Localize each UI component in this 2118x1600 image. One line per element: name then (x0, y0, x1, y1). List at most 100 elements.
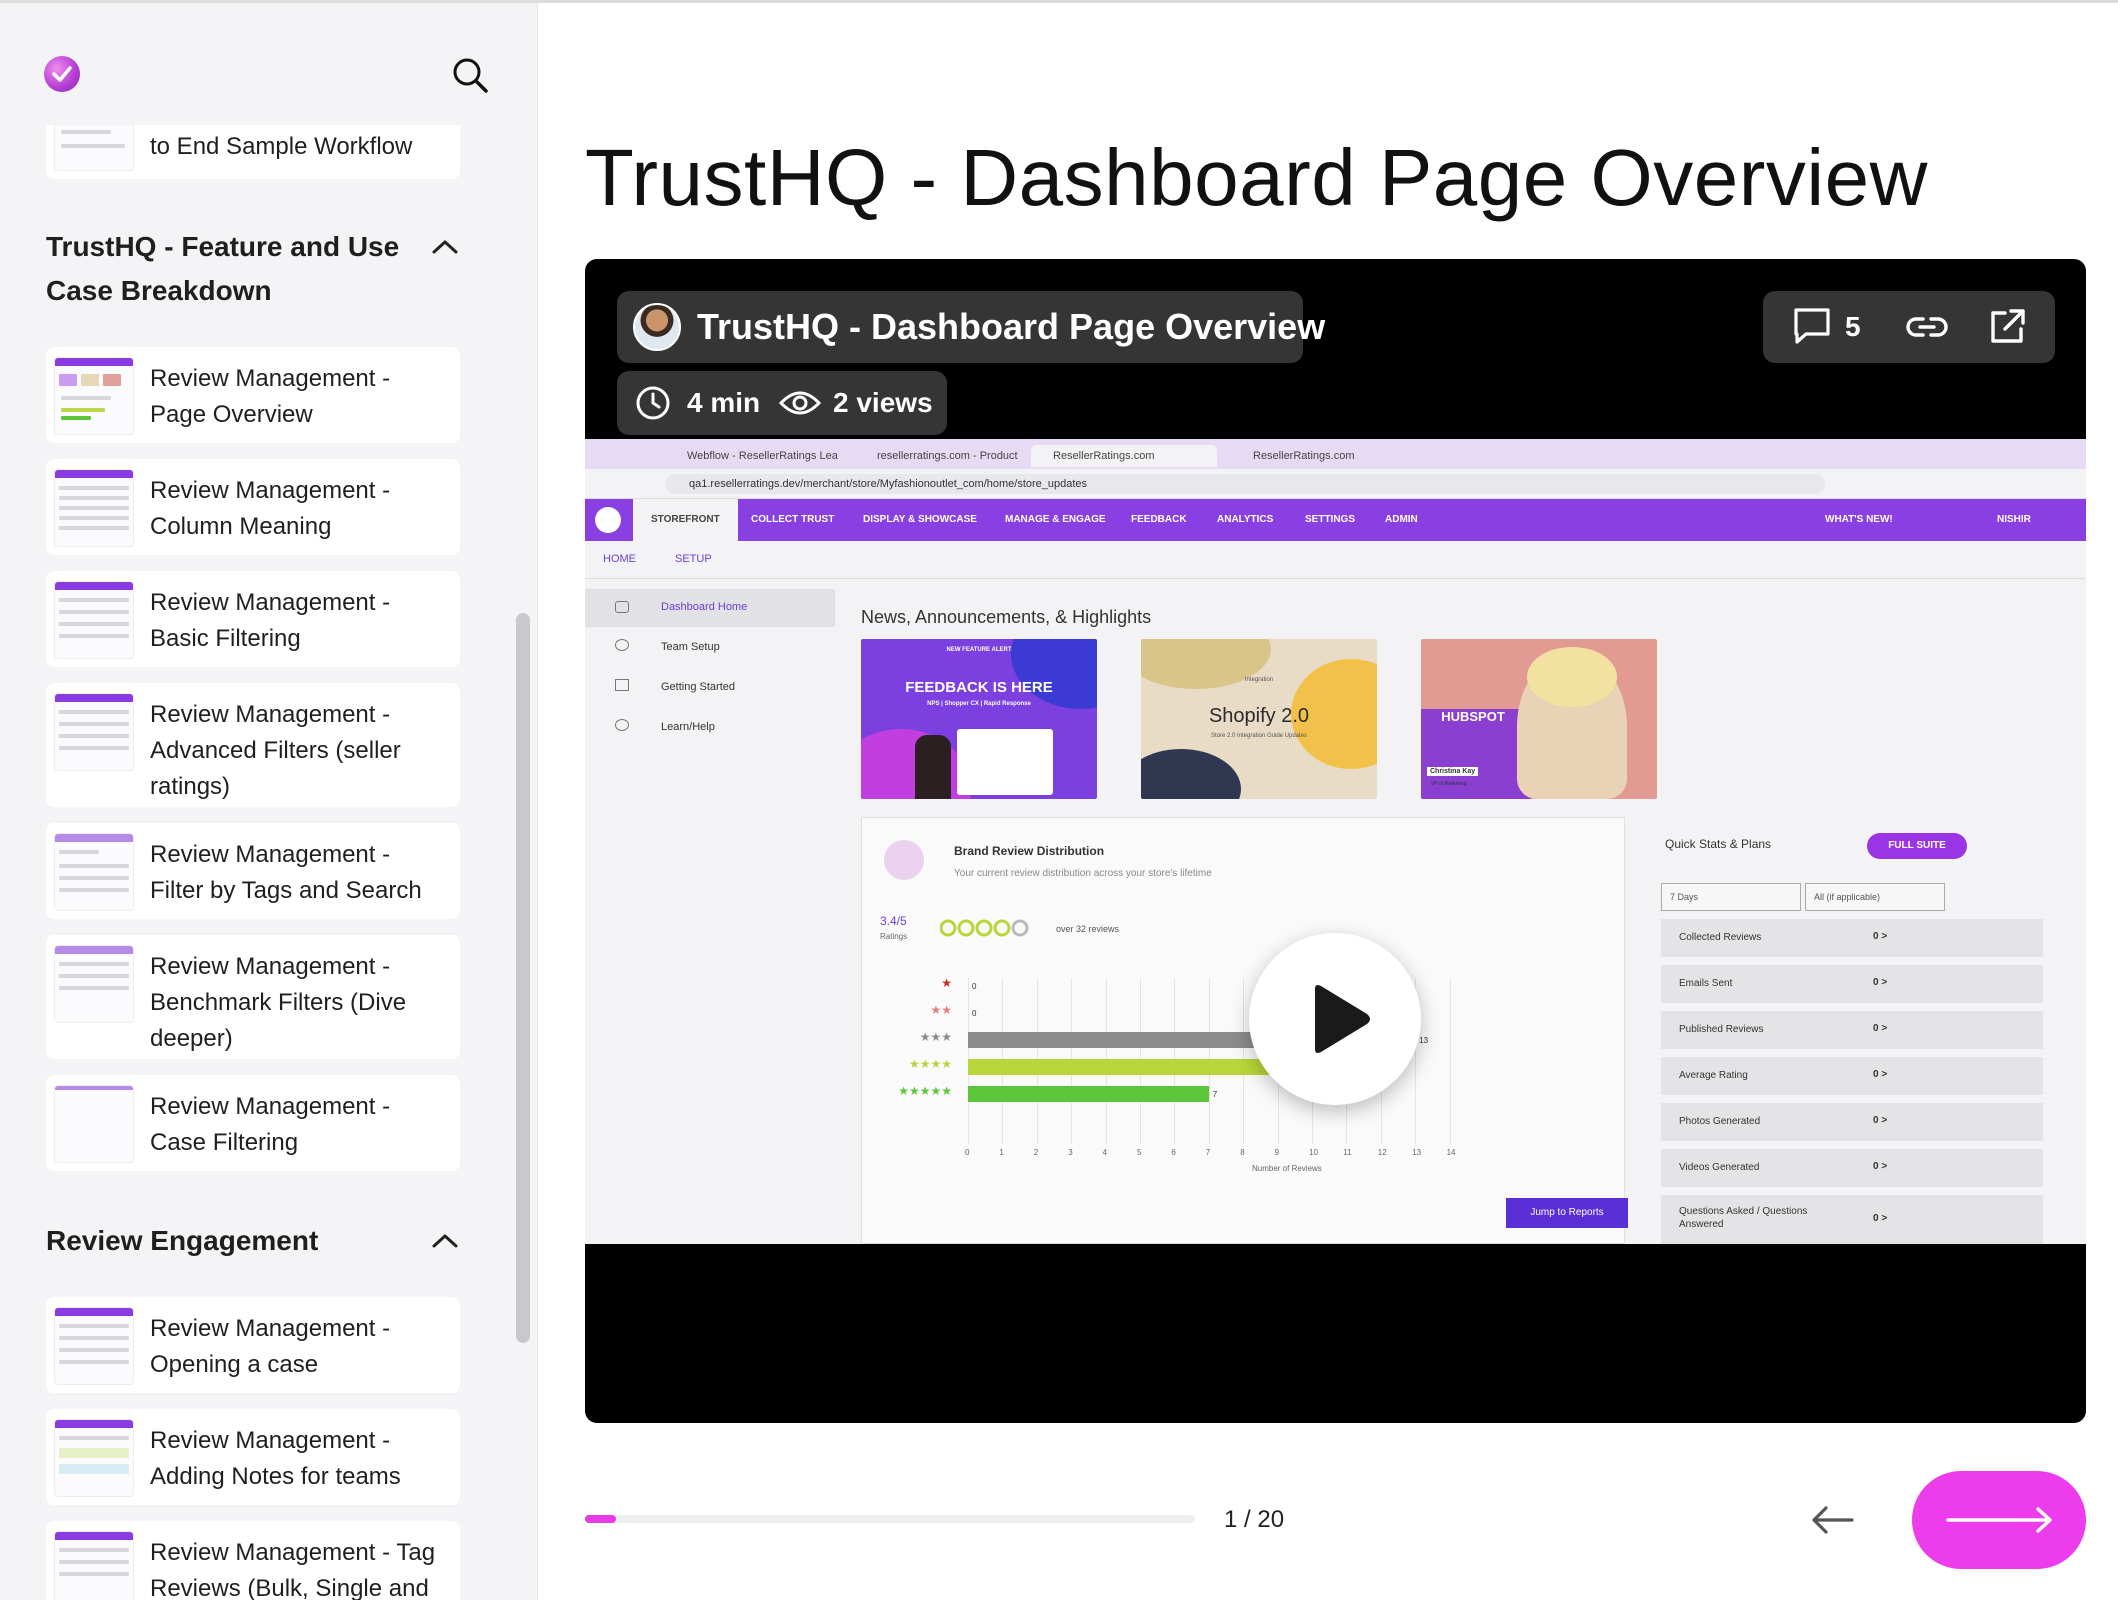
play-button[interactable] (1249, 933, 1421, 1105)
sidebar-item-basic-filtering[interactable]: Review Management - Basic Filtering (46, 571, 460, 667)
card-subtext: Store 2.0 Integration Guide Updates (1210, 733, 1308, 739)
nav-item: SETTINGS (1305, 514, 1356, 525)
axis-tick-label: 8 (1240, 1148, 1245, 1157)
sidebar-item-label: Review Management - Benchmark Filters (D… (150, 953, 407, 1052)
bar-stars-label: ★★ (930, 1003, 952, 1017)
help-icon (615, 719, 629, 731)
axis-tick-label: 2 (1033, 1148, 1039, 1157)
browser-tabs: Webflow - ResellerRatings Lea resellerra… (585, 439, 2086, 469)
sidebar-item-case-filtering[interactable]: Review Management - Case Filtering (46, 1075, 460, 1171)
period-select: 7 Days (1661, 883, 1801, 911)
sidebar-item-label: Review Management - Page Overview (150, 365, 391, 428)
sidebar-scrollbar[interactable] (516, 613, 530, 1343)
comments-button[interactable] (1791, 303, 1881, 351)
link-icon (1906, 317, 1948, 337)
sidebar-item-label: Review Management - Tag Reviews (Bulk, S… (150, 1539, 436, 1600)
distribution-bar (968, 1086, 1209, 1102)
video-meta-pill: 4 min 2 views (617, 371, 947, 435)
axis-tick-label: 6 (1171, 1148, 1176, 1157)
stat-row: Photos Generated 0 > (1661, 1103, 2043, 1141)
review-icon (884, 840, 924, 880)
quick-stats: Quick Stats & Plans FULL SUITE 7 Days Al… (1661, 817, 2061, 1244)
side-item: Learn/Help (661, 721, 715, 733)
bar-value-label: 7 (1212, 1090, 1218, 1099)
stats-title: Quick Stats & Plans (1665, 837, 1772, 851)
nav-item: COLLECT TRUST (751, 514, 835, 525)
video-title-pill: TrustHQ - Dashboard Page Overview (617, 291, 1325, 363)
lesson-thumbnail (54, 1307, 134, 1385)
stat-label: Videos Generated (1679, 1162, 1760, 1173)
side-item: Dashboard Home (661, 601, 748, 613)
lesson-thumbnail (54, 1419, 134, 1497)
bar-stars-label: ★★★★★ (898, 1084, 952, 1098)
sidebar-section-feature-breakdown: TrustHQ - Feature and Use Case Breakdown (46, 225, 466, 313)
sidebar-item-benchmark-filters[interactable]: Review Management - Benchmark Filters (D… (46, 935, 460, 1059)
bar-value-label: 0 (972, 982, 977, 991)
lesson-thumbnail (54, 581, 134, 659)
app-subnav: HOME SETUP (585, 541, 2086, 579)
open-external-button[interactable] (1983, 303, 2031, 351)
axis-tick-label: 14 (1446, 1148, 1456, 1157)
stat-row: Published Reviews 0 > (1661, 1011, 2043, 1049)
rating-label: Ratings (880, 932, 908, 941)
sidebar-item-filter-tags-search[interactable]: Review Management - Filter by Tags and S… (46, 823, 460, 919)
app-logo-icon[interactable] (44, 56, 80, 92)
rating-value: 3.4/5 (880, 914, 907, 928)
sidebar-item-opening-case[interactable]: Review Management - Opening a case (46, 1297, 460, 1393)
arrow-right-icon (1946, 1507, 2052, 1533)
lesson-thumbnail (54, 833, 134, 911)
review-count: over 32 reviews (1056, 924, 1120, 934)
chevron-up-icon[interactable] (430, 1229, 460, 1253)
axis-tick-label: 11 (1343, 1148, 1352, 1157)
copy-link-button[interactable] (1903, 303, 1951, 351)
sidebar-item-page-overview[interactable]: Review Management - Page Overview (46, 347, 460, 443)
brand-title: Brand Review Distribution (954, 844, 1105, 858)
sidebar-item-column-meaning[interactable]: Review Management - Column Meaning (46, 459, 460, 555)
nav-item: ADMIN (1385, 514, 1418, 525)
browser-url-bar: qa1.resellerratings.dev/merchant/store/M… (585, 469, 2086, 499)
chart-gridline (1449, 978, 1451, 1144)
subnav-item: SETUP (675, 553, 712, 565)
stat-value: 0 > (1873, 931, 1888, 942)
previous-button[interactable] (1800, 1490, 1864, 1550)
sidebar-item-tag-reviews[interactable]: Review Management - Tag Reviews (Bulk, S… (46, 1521, 460, 1600)
video-duration: 4 min (687, 387, 761, 418)
bar-stars-label: ★★★ (919, 1030, 952, 1044)
sidebar-item-label: Review Management - Basic Filtering (150, 589, 391, 652)
bar-value-label: 13 (1419, 1036, 1429, 1045)
sidebar-section-review-engagement: Review Engagement (46, 1219, 466, 1263)
stat-row: Average Rating 0 > (1661, 1057, 2043, 1095)
whats-new-link: WHAT'S NEW! (1825, 514, 1893, 525)
news-card-hubspot: HUBSPOT Christina Kay VP of Marketing (1421, 639, 1657, 799)
nav-item: MANAGE & ENGAGE (1005, 514, 1106, 525)
next-button[interactable] (1912, 1471, 2086, 1569)
lesson-thumbnail (54, 357, 134, 435)
card-person-name: Christina Kay (1427, 767, 1479, 776)
lesson-thumbnail (54, 1085, 134, 1163)
rating-circles-icon (939, 918, 1032, 943)
axis-tick-label: 13 (1412, 1148, 1422, 1157)
side-item: Getting Started (661, 681, 735, 693)
sidebar-item-label: to End Sample Workflow (150, 133, 413, 160)
sidebar-item-label: Review Management - Adding Notes for tea… (150, 1427, 401, 1490)
subnav-item: HOME (603, 553, 636, 565)
app-logo-icon (595, 507, 621, 533)
comments-count: 5 (1845, 311, 1861, 342)
dashboard-icon (615, 601, 629, 613)
sidebar-item-advanced-filters[interactable]: Review Management - Advanced Filters (se… (46, 683, 460, 807)
nav-item: DISPLAY & SHOWCASE (863, 514, 977, 525)
sidebar-scroll-area[interactable]: to End Sample Workflow TrustHQ - Feature… (0, 3, 510, 1600)
lesson-thumbnail (54, 945, 134, 1023)
axis-tick-label: 1 (999, 1148, 1004, 1157)
nav-item: STOREFRONT (633, 499, 738, 541)
video-player[interactable]: Webflow - ResellerRatings Lea resellerra… (585, 259, 2086, 1423)
search-icon[interactable] (450, 55, 490, 95)
side-item: Team Setup (661, 641, 720, 653)
chevron-up-icon[interactable] (430, 235, 460, 259)
video-frame: Webflow - ResellerRatings Lea resellerra… (585, 439, 2086, 1244)
sidebar-item-label: Review Management - Filter by Tags and S… (150, 841, 422, 904)
lesson-thumbnail (54, 469, 134, 547)
nav-item: FEEDBACK (1131, 514, 1187, 525)
sidebar-item-adding-notes[interactable]: Review Management - Adding Notes for tea… (46, 1409, 460, 1505)
sidebar-item-label: Review Management - Advanced Filters (se… (150, 701, 401, 800)
